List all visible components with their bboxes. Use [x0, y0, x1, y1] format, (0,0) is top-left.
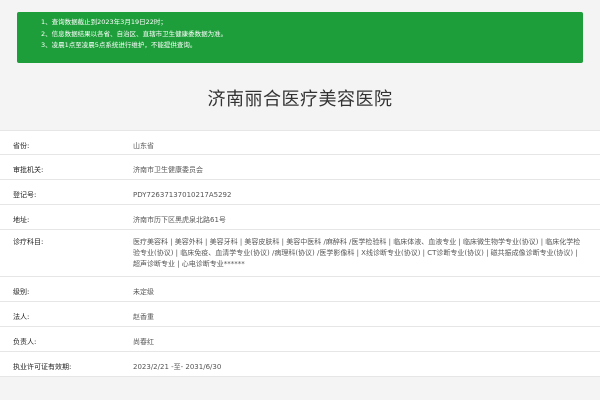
info-row-registration-number: 登记号: PDY72637137010217A5292 — [0, 180, 600, 205]
info-row-treatment-subjects: 诊疗科目: 医疗美容科 | 美容外科 | 美容牙科 | 美容皮肤科 | 美容中医… — [0, 230, 600, 277]
field-label: 诊疗科目: — [13, 238, 44, 246]
info-table: 省份: 山东省 审批机关: 济南市卫生健康委员会 登记号: PDY7263713… — [0, 130, 600, 377]
field-value: 赵香重 — [133, 313, 154, 321]
page: 1、查询数据截止到2023年3月19日22时； 2、信息数据结果以各省、自治区、… — [0, 0, 600, 400]
field-label: 负责人: — [13, 338, 37, 346]
info-row-level: 级别: 未定级 — [0, 277, 600, 302]
info-row-address: 地址: 济南市历下区黑虎泉北路61号 — [0, 205, 600, 230]
info-row-license-validity: 执业许可证有效期: 2023/2/21 -至- 2031/6/30 — [0, 352, 600, 377]
notice-line: 1、查询数据截止到2023年3月19日22时； — [41, 18, 167, 26]
info-row-province: 省份: 山东省 — [0, 130, 600, 155]
hospital-name-title: 济南丽合医疗美容医院 — [207, 89, 393, 110]
field-label: 级别: — [13, 288, 30, 296]
field-label: 登记号: — [13, 191, 37, 199]
notice-line: 3、凌晨1点至凌晨5点系统进行维护，不能提供查询。 — [41, 41, 197, 49]
field-value: PDY72637137010217A5292 — [133, 191, 232, 199]
field-value: 济南市卫生健康委员会 — [133, 166, 203, 174]
notice-banner: 1、查询数据截止到2023年3月19日22时； 2、信息数据结果以各省、自治区、… — [17, 12, 583, 63]
field-value: 未定级 — [133, 288, 154, 296]
field-value: 尚春红 — [133, 338, 154, 346]
notice-line: 2、信息数据结果以各省、自治区、直辖市卫生健康委数据为准。 — [41, 29, 228, 38]
info-row-approval-authority: 审批机关: 济南市卫生健康委员会 — [0, 155, 600, 180]
field-value: 山东省 — [133, 142, 154, 150]
field-label: 省份: — [13, 142, 30, 150]
info-row-legal-representative: 法人: 赵香重 — [0, 302, 600, 327]
field-label: 法人: — [13, 313, 30, 321]
field-value: 济南市历下区黑虎泉北路61号 — [133, 216, 226, 224]
field-label: 执业许可证有效期: — [13, 363, 72, 371]
field-label: 审批机关: — [13, 166, 44, 174]
field-label: 地址: — [13, 216, 30, 224]
field-value: 2023/2/21 -至- 2031/6/30 — [133, 363, 222, 371]
field-value: 医疗美容科 | 美容外科 | 美容牙科 | 美容皮肤科 | 美容中医科 /麻醉科… — [133, 238, 581, 268]
info-row-person-in-charge: 负责人: 尚春红 — [0, 327, 600, 352]
